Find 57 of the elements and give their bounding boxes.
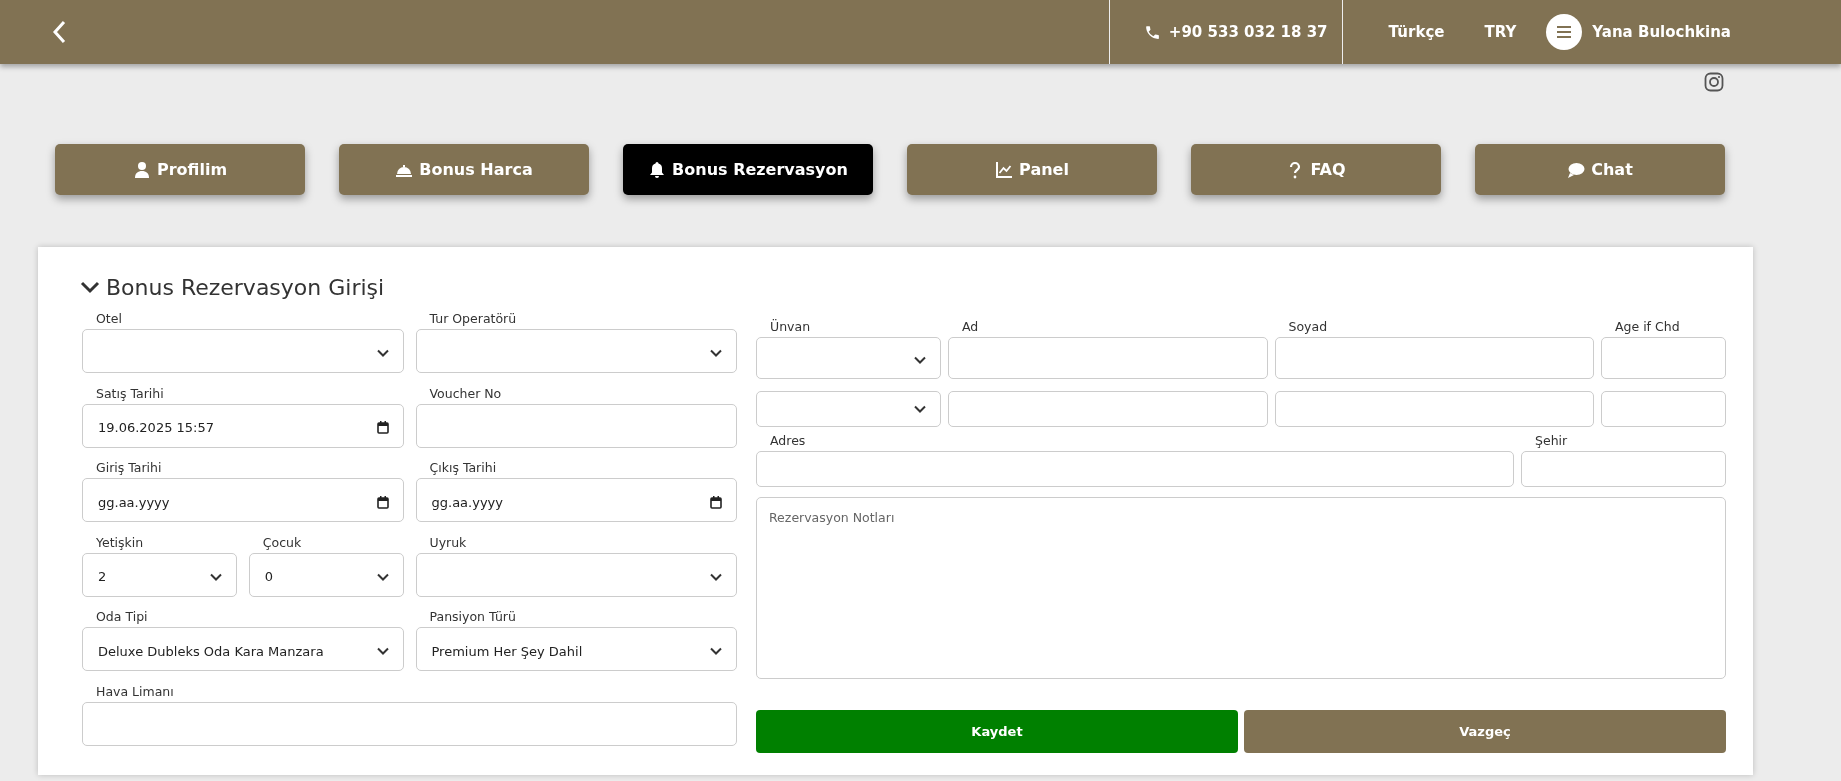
input-field[interactable] <box>948 337 1268 379</box>
input-field[interactable] <box>415 403 737 448</box>
chevron-down-icon <box>376 349 389 357</box>
input-field[interactable] <box>1601 337 1726 379</box>
input-field[interactable] <box>756 451 1514 487</box>
user-name[interactable]: Yana Bulochkina <box>1592 23 1731 41</box>
cancel-button[interactable]: Vazgeç <box>1244 710 1726 753</box>
chevron-down-icon[interactable] <box>80 280 100 295</box>
menu-icon[interactable] <box>1546 14 1583 50</box>
select-field[interactable] <box>756 337 941 379</box>
select-field[interactable] <box>415 552 737 597</box>
chat-bubble-icon <box>1567 160 1586 179</box>
select-field[interactable]: 0 <box>248 552 404 597</box>
input-field[interactable] <box>1274 391 1594 427</box>
chevron-down-icon <box>914 405 926 413</box>
nav-tab[interactable]: Chat <box>1475 144 1725 195</box>
nav-tab[interactable]: Profilim <box>55 144 305 195</box>
calendar-icon <box>710 495 722 509</box>
chevron-down-icon <box>376 647 389 655</box>
chevron-down-icon <box>914 356 926 364</box>
input-field[interactable] <box>82 701 737 746</box>
save-button[interactable]: Kaydet <box>756 710 1238 753</box>
calendar-icon <box>376 421 389 434</box>
input-field[interactable] <box>1521 451 1726 487</box>
line-chart-icon <box>995 160 1014 179</box>
select-field[interactable] <box>82 329 404 373</box>
select-field[interactable]: Deluxe Dubleks Oda Kara Manzara <box>82 627 404 671</box>
date-field[interactable]: gg.aa.yyyy <box>415 478 737 522</box>
select-field[interactable]: Premium Her Şey Dahil <box>415 627 737 671</box>
instagram-icon[interactable] <box>1704 72 1724 92</box>
chevron-down-icon <box>209 572 222 581</box>
input-field[interactable] <box>1601 391 1726 427</box>
nav-tab[interactable]: Bonus Harca <box>339 144 589 195</box>
nav-tab[interactable]: FAQ <box>1191 144 1441 195</box>
form-title: Bonus Rezervasyon Girişi <box>106 275 385 300</box>
chevron-down-icon <box>710 572 722 581</box>
currency-selector[interactable]: TRY <box>1484 23 1517 41</box>
select-field[interactable]: 2 <box>82 552 237 597</box>
select-field[interactable] <box>756 391 941 427</box>
calendar-icon <box>376 495 389 509</box>
bell-icon <box>648 160 667 179</box>
date-field[interactable]: 19.06.2025 15:57 <box>82 403 404 448</box>
chevron-down-icon <box>376 572 389 581</box>
chevron-down-icon <box>710 349 722 357</box>
input-field[interactable] <box>1274 337 1594 379</box>
notes-field[interactable]: Rezervasyon Notları <box>756 497 1726 679</box>
user-icon <box>132 160 151 179</box>
phone-icon <box>1143 23 1161 41</box>
back-chevron-icon <box>52 20 66 44</box>
phone-number[interactable]: +90 533 032 18 37 <box>1168 23 1328 41</box>
chevron-down-icon <box>710 647 722 655</box>
nav-tab[interactable]: Bonus Rezervasyon <box>623 144 873 195</box>
language-selector[interactable]: Türkçe <box>1388 23 1445 41</box>
date-field[interactable]: gg.aa.yyyy <box>82 478 404 522</box>
nav-tab[interactable]: Panel <box>907 144 1157 195</box>
input-field[interactable] <box>948 391 1268 427</box>
select-field[interactable] <box>415 329 737 373</box>
